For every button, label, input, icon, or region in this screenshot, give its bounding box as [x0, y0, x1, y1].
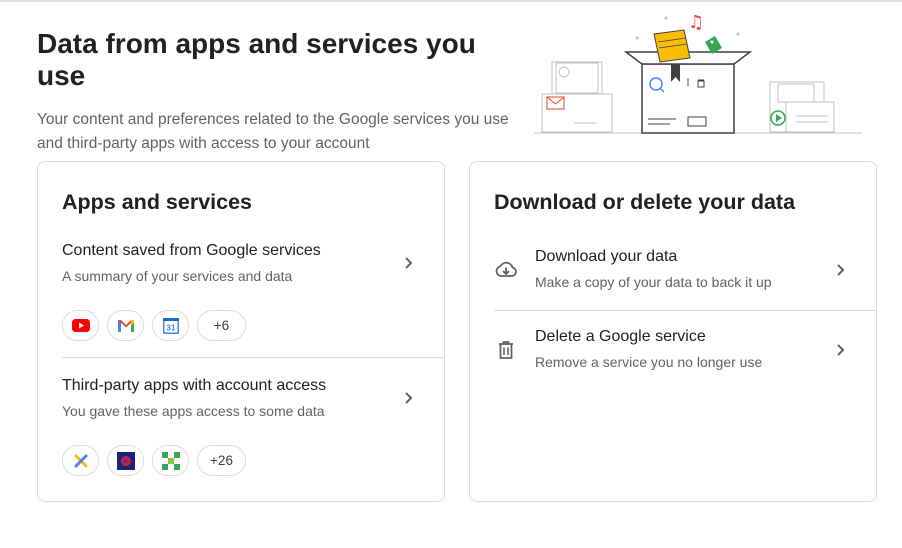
third-party-subtitle: You gave these apps access to some data — [62, 403, 325, 419]
more-apps-count[interactable]: +26 — [197, 445, 246, 476]
content-saved-title: Content saved from Google services — [62, 242, 321, 259]
top-border — [0, 0, 902, 2]
download-card-divider — [494, 310, 876, 311]
svg-text:31: 31 — [166, 323, 175, 332]
chevron-right-icon — [405, 257, 413, 269]
content-saved-row[interactable]: Content saved from Google services A sum… — [62, 240, 444, 370]
gmail-icon — [107, 310, 144, 341]
download-delete-card: Download or delete your data Download yo… — [469, 161, 877, 502]
apps-card-title: Apps and services — [62, 190, 253, 214]
download-data-row[interactable]: Download your data Make a copy of your d… — [494, 246, 876, 304]
app-x-icon — [62, 445, 99, 476]
page-title: Data from apps and services you use — [37, 28, 476, 91]
content-saved-icons: 31 +6 — [62, 310, 246, 341]
apps-and-services-card: Apps and services Content saved from Goo… — [37, 161, 445, 502]
calendar-icon: 31 — [152, 310, 189, 341]
more-services-count[interactable]: +6 — [197, 310, 246, 341]
data-box-illustration: ♫ — [534, 12, 862, 134]
third-party-icons: +26 — [62, 445, 246, 476]
chevron-right-icon — [405, 392, 413, 404]
youtube-icon — [62, 310, 99, 341]
app-game-icon — [107, 445, 144, 476]
download-data-subtitle: Make a copy of your data to back it up — [535, 274, 772, 290]
delete-service-title: Delete a Google service — [535, 328, 706, 345]
content-saved-subtitle: A summary of your services and data — [62, 268, 293, 284]
chevron-right-icon — [837, 264, 845, 276]
delete-service-subtitle: Remove a service you no longer use — [535, 354, 763, 370]
delete-service-row[interactable]: Delete a Google service Remove a service… — [494, 326, 876, 384]
apps-card-divider — [62, 357, 444, 358]
page-header: Data from apps and services you use Your… — [37, 28, 527, 156]
download-card-title: Download or delete your data — [494, 190, 796, 214]
svg-text:♫: ♫ — [688, 12, 704, 33]
trash-icon — [499, 341, 513, 359]
app-grid-icon — [152, 445, 189, 476]
download-data-title: Download your data — [535, 248, 678, 265]
third-party-title: Third-party apps with account access — [62, 377, 327, 394]
page-subtitle: Your content and preferences related to … — [37, 111, 509, 152]
chevron-right-icon — [837, 344, 845, 356]
cloud-download-icon — [495, 261, 517, 277]
